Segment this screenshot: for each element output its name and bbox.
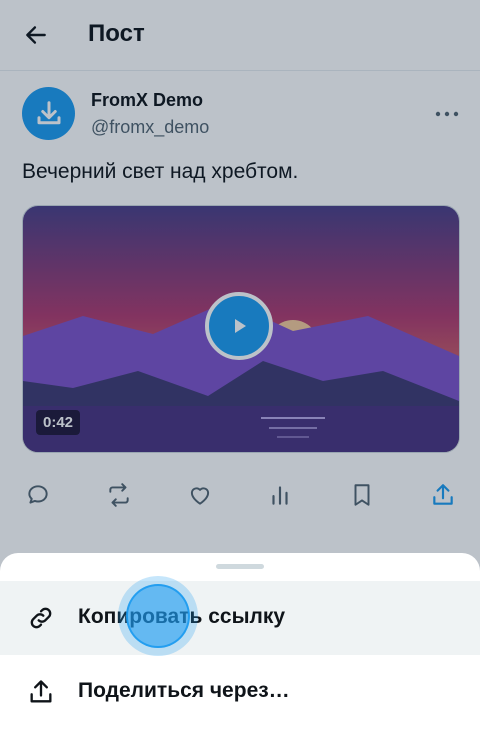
link-icon [30,607,52,629]
share-via-label: Поделиться через… [78,679,290,702]
share-via-icon-wrap [26,677,56,707]
share-icon [30,680,52,703]
share-via-option[interactable]: Поделиться через… [0,655,480,729]
share-sheet: Копировать ссылку Поделиться через… [0,553,480,755]
touch-indicator [118,576,198,656]
copy-link-icon-wrap [26,603,56,633]
sheet-grabber[interactable] [216,564,264,569]
copy-link-option[interactable]: Копировать ссылку [0,581,480,655]
